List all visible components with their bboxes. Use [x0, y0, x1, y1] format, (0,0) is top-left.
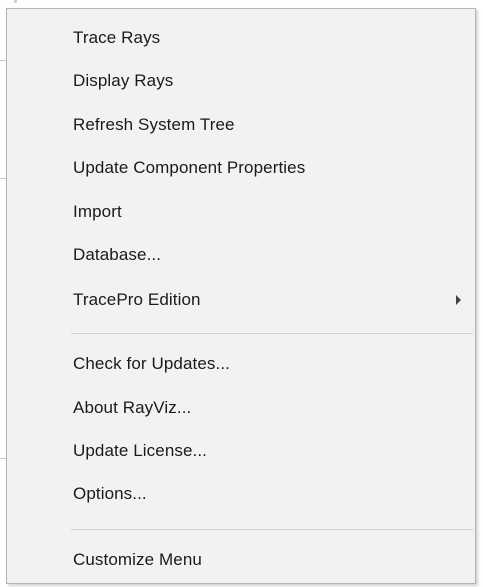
menu-item-about-rayviz[interactable]: About RayViz... [8, 388, 474, 428]
menu-item-label: TracePro Edition [73, 290, 201, 309]
menu-item-options[interactable]: Options... [8, 474, 474, 514]
menu-item-label: Database... [73, 245, 162, 264]
menu-item-database[interactable]: Database... [8, 235, 474, 275]
menu-item-label: Customize Menu [73, 550, 202, 569]
chevron-right-icon [456, 295, 461, 305]
menu-item-label: Update License... [73, 441, 208, 460]
menu-item-label: Options... [73, 484, 147, 503]
screen: Trace Rays Display Rays Refresh System T… [0, 0, 483, 587]
menu-item-check-for-updates[interactable]: Check for Updates... [8, 344, 474, 384]
menu-item-tracepro-edition[interactable]: TracePro Edition [8, 280, 474, 320]
menu-item-label: Check for Updates... [73, 354, 230, 373]
menu-item-label: About RayViz... [73, 398, 192, 417]
menu-item-refresh-system-tree[interactable]: Refresh System Tree [8, 105, 474, 145]
background-fragment [14, 0, 17, 3]
menu-item-import[interactable]: Import [8, 192, 474, 232]
menu-item-update-component-properties[interactable]: Update Component Properties [8, 148, 474, 188]
menu-item-label: Update Component Properties [73, 158, 306, 177]
menu-item-label: Trace Rays [73, 28, 161, 47]
menu-separator [71, 529, 473, 530]
menu-item-label: Refresh System Tree [73, 115, 235, 134]
menu-item-display-rays[interactable]: Display Rays [8, 61, 474, 101]
menu-item-customize-menu[interactable]: Customize Menu [8, 540, 474, 580]
menu-item-label: Import [73, 202, 122, 221]
menu-separator [71, 333, 473, 334]
menu-item-label: Display Rays [73, 71, 174, 90]
context-menu: Trace Rays Display Rays Refresh System T… [6, 8, 476, 584]
menu-item-update-license[interactable]: Update License... [8, 431, 474, 471]
menu-item-trace-rays[interactable]: Trace Rays [8, 18, 474, 58]
